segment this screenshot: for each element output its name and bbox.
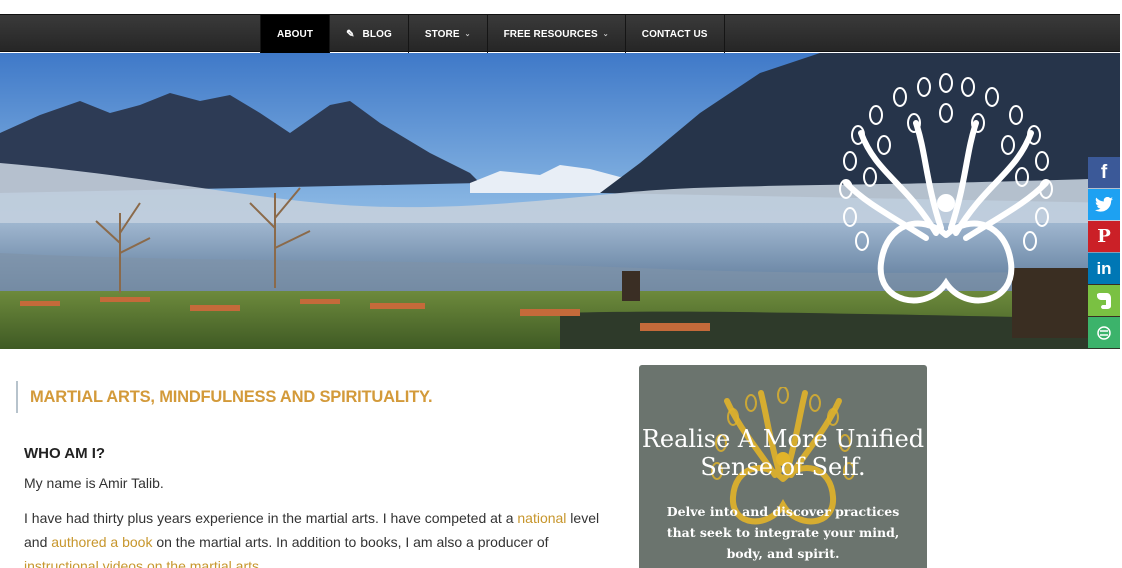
linkedin-icon: in bbox=[1096, 258, 1112, 278]
lake-landscape-image bbox=[0, 53, 1120, 349]
authored-book-link[interactable]: authored a book bbox=[51, 534, 152, 550]
section-title: MARTIAL ARTS, MINDFULNESS AND SPIRITUALI… bbox=[16, 381, 433, 413]
paragraph-text: I have had thirty plus years experience … bbox=[24, 510, 518, 526]
facebook-icon: f bbox=[1100, 161, 1108, 183]
paragraph-text: on the martial arts. In addition to book… bbox=[152, 534, 549, 550]
evernote-share-button[interactable] bbox=[1088, 285, 1120, 316]
main-content: MARTIAL ARTS, MINDFULNESS AND SPIRITUALI… bbox=[0, 349, 1122, 568]
pinterest-share-button[interactable]: P bbox=[1088, 221, 1120, 252]
paragraph-text: . bbox=[259, 558, 263, 568]
top-strip bbox=[0, 0, 1122, 14]
nav-blog[interactable]: ✎ BLOG bbox=[330, 15, 409, 53]
intro-paragraph: My name is Amir Talib. bbox=[24, 475, 164, 491]
nav-contact-us-label: CONTACT US bbox=[641, 28, 708, 40]
linkedin-share-button[interactable]: in bbox=[1088, 253, 1120, 284]
social-share-bar: f P in bbox=[1088, 157, 1120, 349]
pencil-icon: ✎ bbox=[346, 28, 355, 40]
pinterest-icon: P bbox=[1097, 226, 1111, 247]
twitter-share-button[interactable] bbox=[1088, 189, 1120, 220]
hero-banner bbox=[0, 53, 1120, 349]
evernote-icon bbox=[1097, 292, 1111, 309]
more-share-button[interactable] bbox=[1088, 317, 1120, 348]
nav-about-label: ABOUT bbox=[277, 28, 314, 40]
share-more-icon bbox=[1097, 325, 1111, 340]
who-heading: WHO AM I? bbox=[24, 445, 106, 462]
nav-store[interactable]: STORE ⌄ bbox=[409, 15, 488, 53]
experience-paragraph: I have had thirty plus years experience … bbox=[24, 506, 614, 568]
nav-about[interactable]: ABOUT bbox=[260, 15, 331, 53]
chevron-down-icon: ⌄ bbox=[464, 31, 471, 38]
section-title-text: MARTIAL ARTS, MINDFULNESS AND SPIRITUALI… bbox=[30, 387, 433, 406]
nav-blog-label: BLOG bbox=[362, 28, 392, 40]
nav-contact-us[interactable]: CONTACT US bbox=[626, 15, 725, 53]
chevron-down-icon: ⌄ bbox=[602, 31, 609, 38]
main-nav: ABOUT ✎ BLOG STORE ⌄ FREE RESOURCES ⌄ CONTA… bbox=[0, 14, 1120, 53]
nav-free-resources[interactable]: FREE RESOURCES ⌄ bbox=[488, 15, 626, 53]
twitter-icon bbox=[1095, 197, 1113, 212]
instructional-videos-link[interactable]: instructional videos on the martial arts bbox=[24, 558, 259, 568]
promo-widget: Realise A More Unified Sense of Self. De… bbox=[639, 365, 927, 568]
national-link[interactable]: national bbox=[517, 510, 566, 526]
nav-free-resources-label: FREE RESOURCES bbox=[503, 28, 598, 40]
widget-body: Delve into and discover practices that s… bbox=[666, 504, 900, 561]
facebook-share-button[interactable]: f bbox=[1088, 157, 1120, 188]
widget-headline: Realise A More Unified Sense of Self. bbox=[641, 425, 925, 481]
nav-store-label: STORE bbox=[424, 28, 460, 40]
